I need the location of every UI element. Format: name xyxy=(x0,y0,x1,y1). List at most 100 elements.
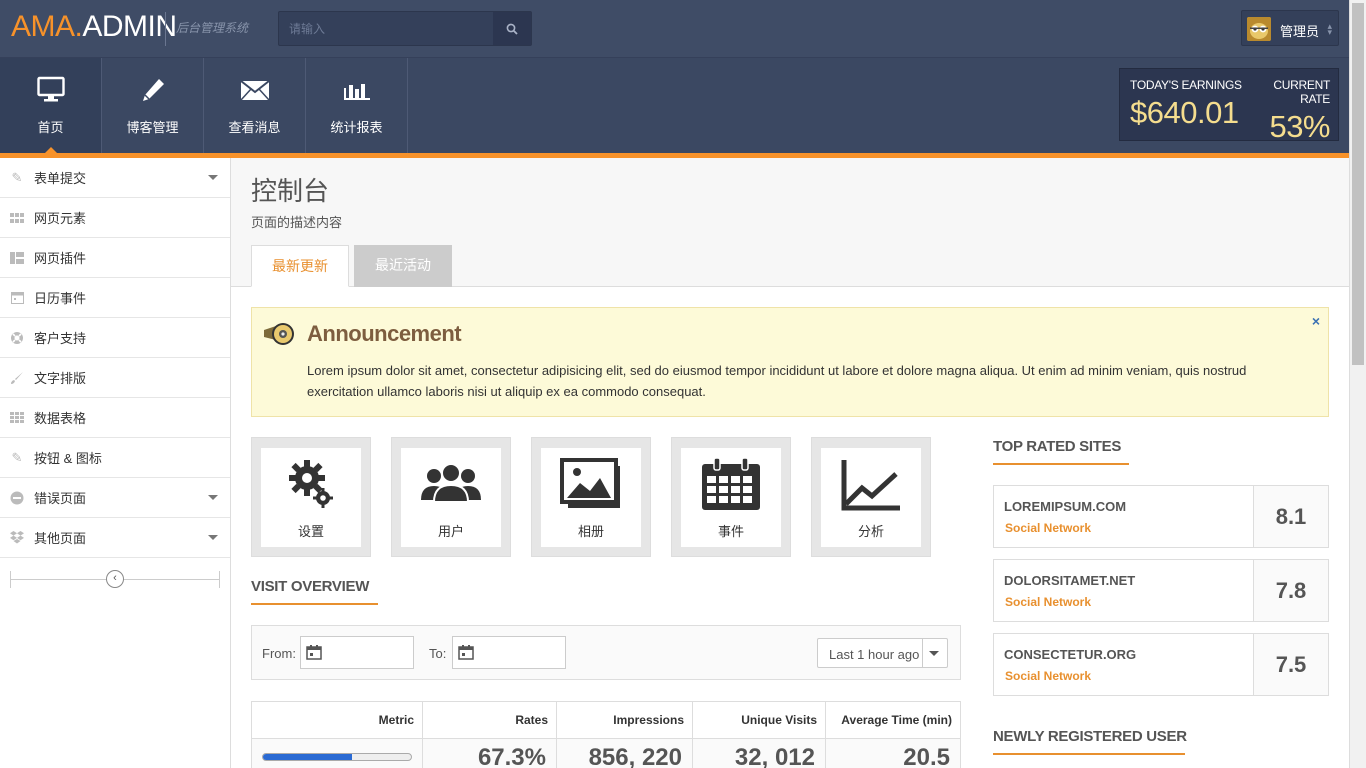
shortcut-events[interactable]: 事件 xyxy=(671,437,791,557)
top-rated-title: TOP RATED SITES xyxy=(993,438,1122,455)
collapse-sidebar-button[interactable]: ‹ xyxy=(106,570,124,588)
close-icon[interactable]: × xyxy=(1312,313,1320,329)
earnings-value: $640.01 xyxy=(1130,95,1239,130)
logo[interactable]: AMA.ADMIN xyxy=(11,8,177,46)
col-average-time[interactable]: Average Time (min) xyxy=(826,702,960,738)
rate-stat: CURRENT RATE 53% xyxy=(1253,78,1330,145)
tab-latest-updates[interactable]: 最新更新 xyxy=(251,245,349,287)
calendar-icon xyxy=(702,458,760,510)
user-name: 管理员 xyxy=(1280,24,1320,39)
col-rates[interactable]: Rates xyxy=(423,702,557,738)
sidebar-item-typography[interactable]: 文字排版 xyxy=(0,358,230,398)
user-menu[interactable]: 管理员 ▴ ▾ xyxy=(1241,10,1339,46)
date-filter: From: To: Last 1 hour ago xyxy=(251,625,961,680)
table-icon xyxy=(9,411,25,425)
col-metric[interactable]: Metric xyxy=(252,702,423,738)
announcement-box: Announcement Lorem ipsum dolor sit amet,… xyxy=(251,307,1329,417)
nav-label: 首页 xyxy=(37,120,64,135)
shortcut-label: 事件 xyxy=(717,524,744,539)
chevron-down-icon xyxy=(208,175,218,180)
sidebar-item-widgets[interactable]: 网页插件 xyxy=(0,238,230,278)
site-name: DOLORSITAMET.NET xyxy=(1004,573,1136,588)
nav-item-home[interactable]: 首页 xyxy=(0,58,102,153)
site-category: Social Network xyxy=(1005,521,1092,535)
progress-fill xyxy=(263,754,352,760)
sidebar-item-tables[interactable]: 数据表格 xyxy=(0,398,230,438)
shortcut-album[interactable]: 相册 xyxy=(531,437,651,557)
shortcut-analytics[interactable]: 分析 xyxy=(811,437,931,557)
shortcut-settings[interactable]: 设置 xyxy=(251,437,371,557)
site-name: LOREMIPSUM.COM xyxy=(1004,499,1127,514)
sidebar-item-label: 文字排版 xyxy=(34,371,87,386)
minus-circle-icon xyxy=(9,491,25,505)
sidebar-item-label: 网页插件 xyxy=(34,251,87,266)
sidebar-item-label: 网页元素 xyxy=(34,211,87,226)
stats-panel: TODAY'S EARNINGS $640.01 CURRENT RATE 53… xyxy=(1119,68,1339,144)
page-scrollbar[interactable] xyxy=(1349,0,1366,768)
to-date-input[interactable] xyxy=(452,636,566,669)
nav-item-reports[interactable]: 统计报表 xyxy=(306,58,408,153)
announcement-title: Announcement xyxy=(307,321,462,346)
nav-item-blog[interactable]: 博客管理 xyxy=(102,58,204,153)
site-item[interactable]: LOREMIPSUM.COM Social Network 8.1 xyxy=(993,485,1329,548)
nav-label: 查看消息 xyxy=(228,120,281,135)
sidebar-item-calendar[interactable]: 日历事件 xyxy=(0,278,230,318)
sidebar-item-label: 日历事件 xyxy=(34,291,87,306)
main-content: 控制台 页面的描述内容 最新更新 最近活动 Announcement Lorem… xyxy=(231,158,1349,768)
section-underline xyxy=(993,463,1129,465)
earnings-stat: TODAY'S EARNINGS $640.01 xyxy=(1130,78,1242,131)
chevron-down-icon xyxy=(208,495,218,500)
nav-label: 博客管理 xyxy=(126,120,179,135)
page-description: 页面的描述内容 xyxy=(251,215,343,230)
tab-recent-activity[interactable]: 最近活动 xyxy=(354,245,452,287)
gears-icon xyxy=(289,460,333,508)
bar-chart-icon xyxy=(343,84,370,100)
site-score: 7.8 xyxy=(1253,560,1328,621)
col-unique-visits[interactable]: Unique Visits xyxy=(693,702,826,738)
announcement-text: Lorem ipsum dolor sit amet, consectetur … xyxy=(307,363,1247,399)
visit-table: Metric Rates Impressions Unique Visits A… xyxy=(251,701,961,768)
shortcut-users[interactable]: 用户 xyxy=(391,437,511,557)
megaphone-icon xyxy=(264,323,294,345)
logo-prefix: AMA. xyxy=(11,10,83,43)
site-item[interactable]: DOLORSITAMET.NET Social Network 7.8 xyxy=(993,559,1329,622)
site-score: 8.1 xyxy=(1253,486,1328,547)
sidebar-item-support[interactable]: 客户支持 xyxy=(0,318,230,358)
sidebar-item-other[interactable]: 其他页面 xyxy=(0,518,230,558)
sidebar-item-elements[interactable]: 网页元素 xyxy=(0,198,230,238)
from-date-input[interactable] xyxy=(300,636,414,669)
users-icon xyxy=(421,463,481,503)
line-chart-icon xyxy=(841,460,900,511)
page-title: 控制台 xyxy=(251,176,330,206)
from-label: From: xyxy=(262,646,296,661)
envelope-icon xyxy=(239,80,270,101)
metric-cell xyxy=(252,738,423,768)
scrollbar-thumb[interactable] xyxy=(1352,3,1364,365)
top-bar: AMA.ADMIN 后台管理系统 管理员 ▴▾ xyxy=(0,0,1349,58)
pencil-icon: ✎ xyxy=(11,449,23,465)
search-button[interactable] xyxy=(493,12,531,45)
site-score: 7.5 xyxy=(1253,634,1328,695)
nav-item-messages[interactable]: 查看消息 xyxy=(204,58,306,153)
col-impressions[interactable]: Impressions xyxy=(557,702,693,738)
sidebar-item-errors[interactable]: 错误页面 xyxy=(0,478,230,518)
unique-visits-cell: 32, 012 xyxy=(693,738,826,768)
visit-overview-title: VISIT OVERVIEW xyxy=(251,578,370,595)
page-header: 控制台 页面的描述内容 最新更新 最近活动 xyxy=(231,158,1349,287)
pictures-icon xyxy=(560,458,620,508)
search-input[interactable] xyxy=(279,12,494,45)
shortcut-label: 设置 xyxy=(297,524,324,539)
shortcut-panel: 设置 用户 相册 事件 分析 xyxy=(251,437,951,557)
sidebar-item-buttons[interactable]: ✎ 按钮 & 图标 xyxy=(0,438,230,478)
sidebar-item-forms[interactable]: ✎ 表单提交 xyxy=(0,158,230,198)
search-box xyxy=(278,11,532,46)
impressions-cell: 856, 220 xyxy=(557,738,693,768)
sidebar-item-label: 数据表格 xyxy=(34,411,87,426)
site-item[interactable]: CONSECTETUR.ORG Social Network 7.5 xyxy=(993,633,1329,696)
avatar xyxy=(1247,17,1271,41)
rate-label: CURRENT RATE xyxy=(1273,78,1330,106)
chevron-down-icon xyxy=(208,535,218,540)
section-underline xyxy=(993,753,1185,755)
time-range-select[interactable]: Last 1 hour ago xyxy=(817,638,948,668)
site-name: CONSECTETUR.ORG xyxy=(1004,647,1137,662)
